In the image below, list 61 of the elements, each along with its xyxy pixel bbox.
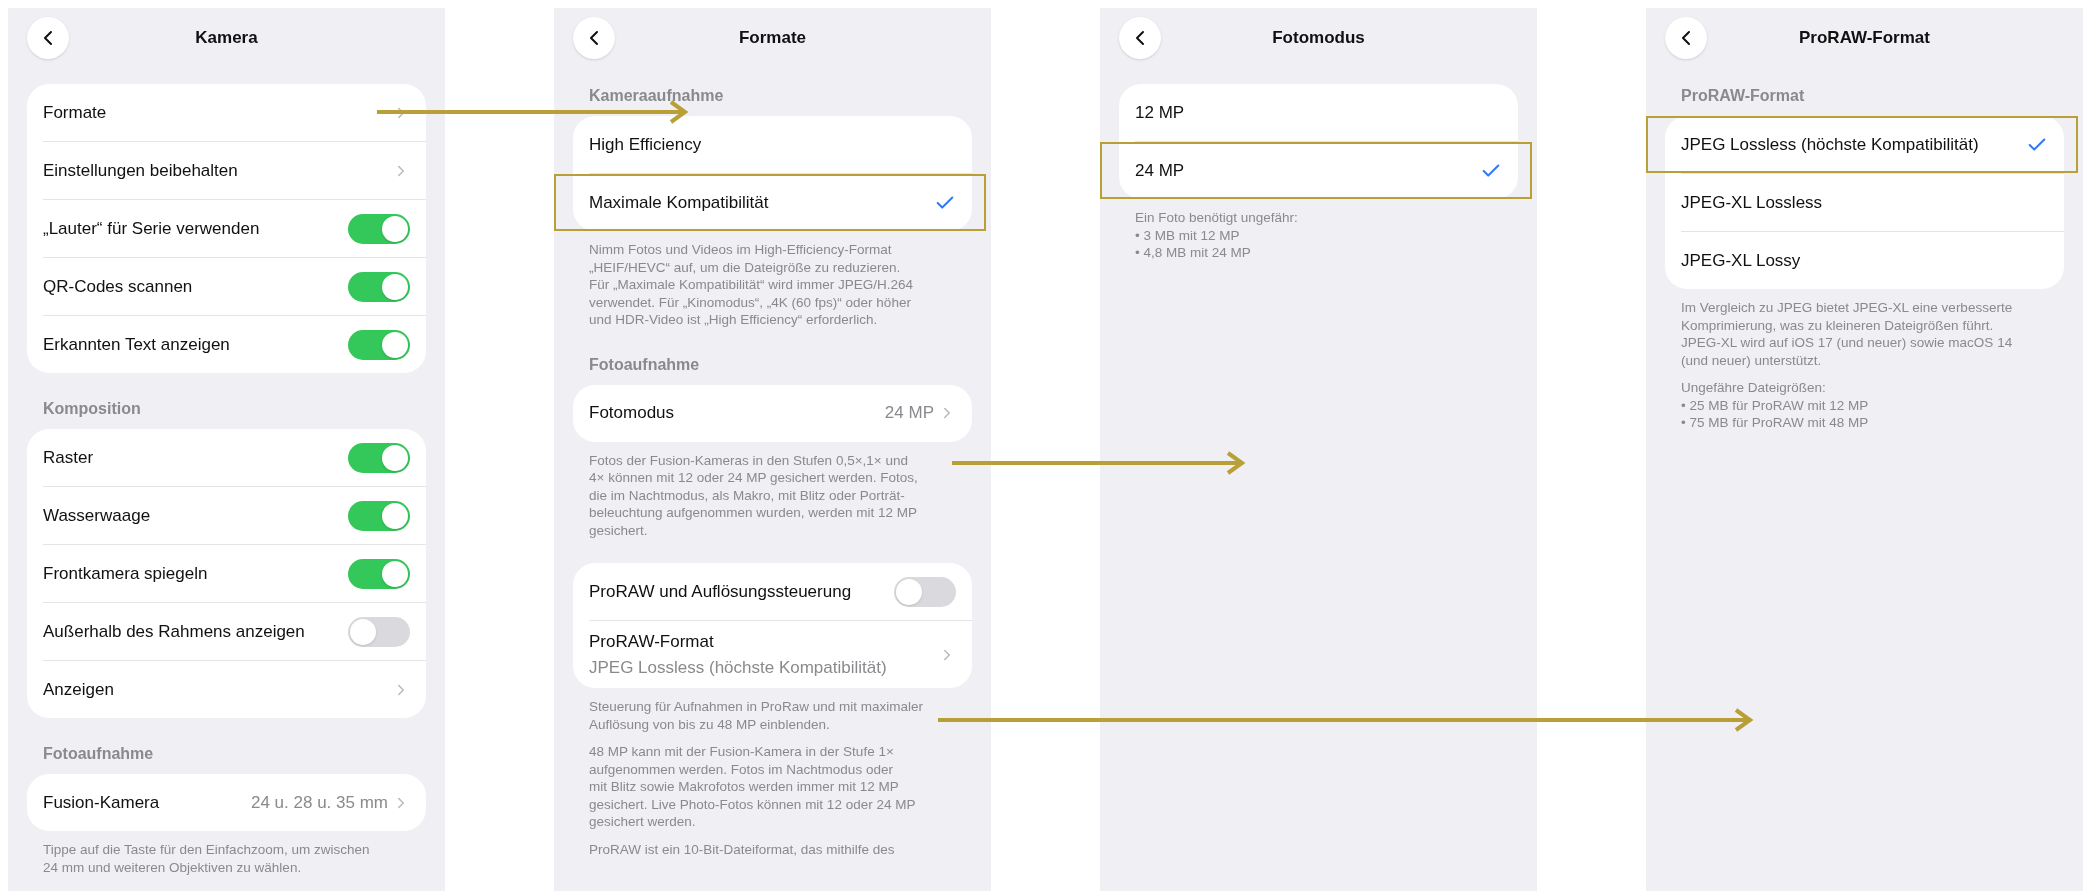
toggle-switch[interactable]	[348, 616, 410, 647]
row-label: Wasserwaage	[43, 504, 151, 527]
footer-note: Nimm Fotos und Videos im High-Efficiency-Format „HEIF/HEVC“ auf, um die Dateigröße zu reduzieren. Für „Maximale Kompatibilität“ wird immer JPEG/H.264 verwendet. Für „Kinomodus“, „4K (60 fps)“ oder höher und HDR-Video ist „High Efficiency“ erforderlich.	[588, 241, 915, 329]
row-label: Anzeigen	[43, 678, 114, 701]
row-value: 24 u. 28 u. 35 mm	[250, 791, 388, 814]
toggle-switch[interactable]	[348, 442, 410, 473]
row-label: Fotomodus	[589, 402, 675, 425]
row-label: Einstellungen beibehalten	[43, 159, 238, 182]
section-header: Fotoaufnahme	[42, 744, 155, 764]
row-subtitle: JPEG Lossless (höchste Kompatibilität)	[589, 656, 887, 679]
row-label: Außerhalb des Rahmens anzeigen	[43, 620, 305, 643]
option-row[interactable]: High Efficiency	[573, 116, 972, 173]
screen-title: Formate	[737, 27, 808, 50]
option-row[interactable]: JPEG-XL Lossless	[1665, 174, 2064, 231]
screen-title: Kamera	[194, 27, 259, 50]
back-button[interactable]	[573, 17, 615, 59]
row-label: JPEG Lossless (höchste Kompatibilität)	[1681, 133, 1979, 156]
row-label: „Lauter“ für Serie verwenden	[43, 217, 260, 240]
footer-note: Steuerung für Aufnahmen in ProRaw und mit maximaler Auflösung von bis zu 48 MP einblenden.	[588, 698, 924, 733]
row-label: Fusion-Kamera	[43, 791, 160, 814]
toggle-switch[interactable]	[348, 213, 410, 244]
section-header: Fotoaufnahme	[588, 354, 701, 375]
row-value: 24 MP	[884, 402, 934, 425]
section-header: ProRAW-Format	[1680, 86, 1806, 106]
row-label: JPEG-XL Lossless	[1681, 191, 1823, 214]
footer-note: Ungefähre Dateigrößen: • 25 MB für ProRAW mit 12 MP • 75 MB für ProRAW mit 48 MP	[1680, 379, 1870, 432]
row-label: Erkannten Text anzeigen	[43, 333, 230, 356]
section-header: Komposition	[42, 399, 142, 419]
footer-note: Ein Foto benötigt ungefähr: • 3 MB mit 12 MP • 4,8 MB mit 24 MP	[1134, 209, 1299, 262]
row-label: High Efficiency	[589, 133, 702, 156]
screen-title: Fotomodus	[1271, 27, 1366, 50]
row-label: Maximale Kompatibilität	[589, 191, 769, 214]
footer-note: ProRAW ist ein 10-Bit-Dateiformat, das mithilfe des	[588, 840, 896, 858]
toggle-switch[interactable]	[348, 329, 410, 360]
toggle-switch[interactable]	[348, 500, 410, 531]
option-row[interactable]: 24 MP	[1119, 142, 1518, 199]
row-label: Frontkamera spiegeln	[43, 562, 208, 585]
option-row[interactable]: JPEG Lossless (höchste Kompatibilität)	[1665, 116, 2064, 173]
toggle-switch[interactable]	[894, 576, 956, 607]
footer-note: Im Vergleich zu JPEG bietet JPEG-XL eine verbesserte Komprimierung, was zu kleineren Dateigrößen führt. JPEG-XL wird auf iOS 17 (und neuer) sowie macOS 14 (und neuer) unterstützt.	[1680, 299, 2014, 369]
back-button[interactable]	[1119, 17, 1161, 59]
row-label: QR-Codes scannen	[43, 275, 193, 298]
back-button[interactable]	[27, 17, 69, 59]
option-row[interactable]: Maximale Kompatibilität	[573, 174, 972, 231]
row-label: Raster	[43, 446, 94, 469]
back-button[interactable]	[1665, 17, 1707, 59]
toggle-switch[interactable]	[348, 558, 410, 589]
footer-note: Tippe auf die Taste für den Einfachzoom, um zwischen 24 mm und weiteren Objektiven zu wählen.	[42, 841, 371, 876]
row-label: 24 MP	[1135, 159, 1185, 182]
footer-note: 48 MP kann mit der Fusion-Kamera in der Stufe 1× aufgenommen werden. Fotos im Nachtmodus oder mit Blitz sowie Makrofotos werden immer mit 12 MP gesichert. Live Photo-Fotos können mit 12 oder 24 MP gesichert werden.	[588, 743, 917, 831]
option-row[interactable]: JPEG-XL Lossy	[1665, 232, 2064, 289]
row-label: ProRAW-Format	[589, 631, 715, 653]
row-label: ProRAW und Auflösungssteuerung	[589, 580, 852, 603]
row-label: JPEG-XL Lossy	[1681, 249, 1801, 272]
screen-title: ProRAW-Format	[1798, 27, 1931, 50]
option-row[interactable]: 12 MP	[1119, 84, 1518, 141]
row-label: 12 MP	[1135, 101, 1185, 124]
section-header: Kameraaufnahme	[588, 86, 725, 106]
row-label: Formate	[43, 101, 107, 124]
toggle-switch[interactable]	[348, 271, 410, 302]
footer-note: Fotos der Fusion-Kameras in den Stufen 0,5×,1× und 4× können mit 12 oder 24 MP gesichert werden. Fotos, die im Nachtmodus, als Makro, mit Blitz oder Porträt- beleuchtung aufgenommen wurden, werden mit 12 MP gesichert.	[588, 451, 919, 539]
